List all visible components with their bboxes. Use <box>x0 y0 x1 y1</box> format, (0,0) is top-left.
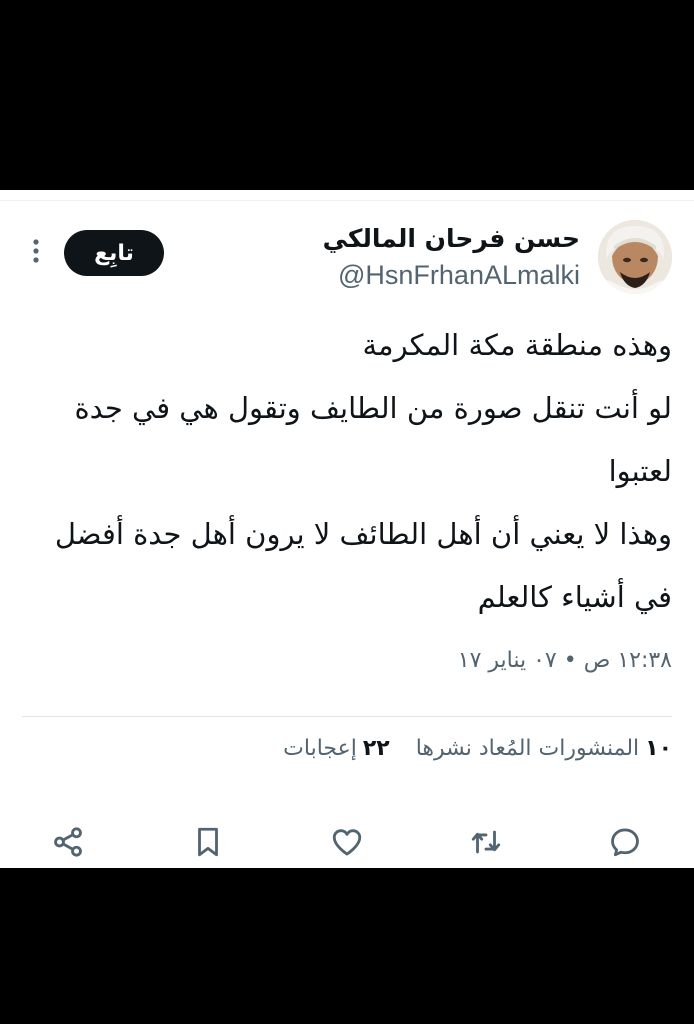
author-name[interactable]: حسن فرحان المالكي <box>323 224 580 253</box>
repost-button[interactable] <box>468 824 504 860</box>
tweet-timestamp[interactable]: ١٢:٣٨ ص • ٠٧ يناير ١٧ <box>458 648 672 673</box>
tweet-line: لو أنت تنقل صورة من الطايف وتقول هي في ج… <box>74 391 672 425</box>
like-button[interactable] <box>329 824 365 860</box>
likes-label: إعجابات <box>283 736 357 761</box>
follow-button[interactable]: تابِع <box>64 230 164 276</box>
like-icon <box>332 829 362 856</box>
bottom-black-band <box>0 868 694 1024</box>
avatar-image <box>598 220 672 294</box>
reply-button[interactable] <box>607 824 643 860</box>
reply-icon <box>611 828 639 857</box>
author-handle[interactable]: @HsnFrhanALmalki <box>338 260 580 291</box>
more-options-icon[interactable] <box>26 236 46 266</box>
tweet-line: وهذا لا يعني أن أهل الطائف لا يرون أهل ج… <box>54 517 672 551</box>
action-bar <box>0 818 694 868</box>
reposts-stat[interactable]: ١٠المنشورات المُعاد نشرها <box>416 736 672 761</box>
bookmark-icon <box>198 827 218 857</box>
tweet-line: وهذه منطقة مكة المكرمة <box>362 328 672 362</box>
bookmark-button[interactable] <box>190 824 226 860</box>
engagement-stats: ١٠المنشورات المُعاد نشرها ٢٢إعجابات <box>283 736 672 761</box>
repost-icon <box>471 830 501 854</box>
reposts-count: ١٠ <box>645 736 672 761</box>
share-button[interactable] <box>50 824 86 860</box>
reposts-label: المنشورات المُعاد نشرها <box>415 736 640 761</box>
tweet-card: حسن فرحان المالكي @HsnFrhanALmalki تابِع… <box>0 190 694 868</box>
share-icon <box>54 827 82 857</box>
likes-count: ٢٢ <box>362 736 390 761</box>
tweet-line: في أشياء كالعلم <box>477 580 672 614</box>
tweet-text: وهذه منطقة مكة المكرمة لو أنت تنقل صورة … <box>18 314 672 629</box>
avatar[interactable] <box>598 220 672 294</box>
likes-stat[interactable]: ٢٢إعجابات <box>283 736 390 761</box>
top-divider <box>0 200 694 201</box>
stats-divider <box>22 716 672 717</box>
tweet-line: لعتبوا <box>608 454 672 488</box>
top-black-band <box>0 0 694 190</box>
